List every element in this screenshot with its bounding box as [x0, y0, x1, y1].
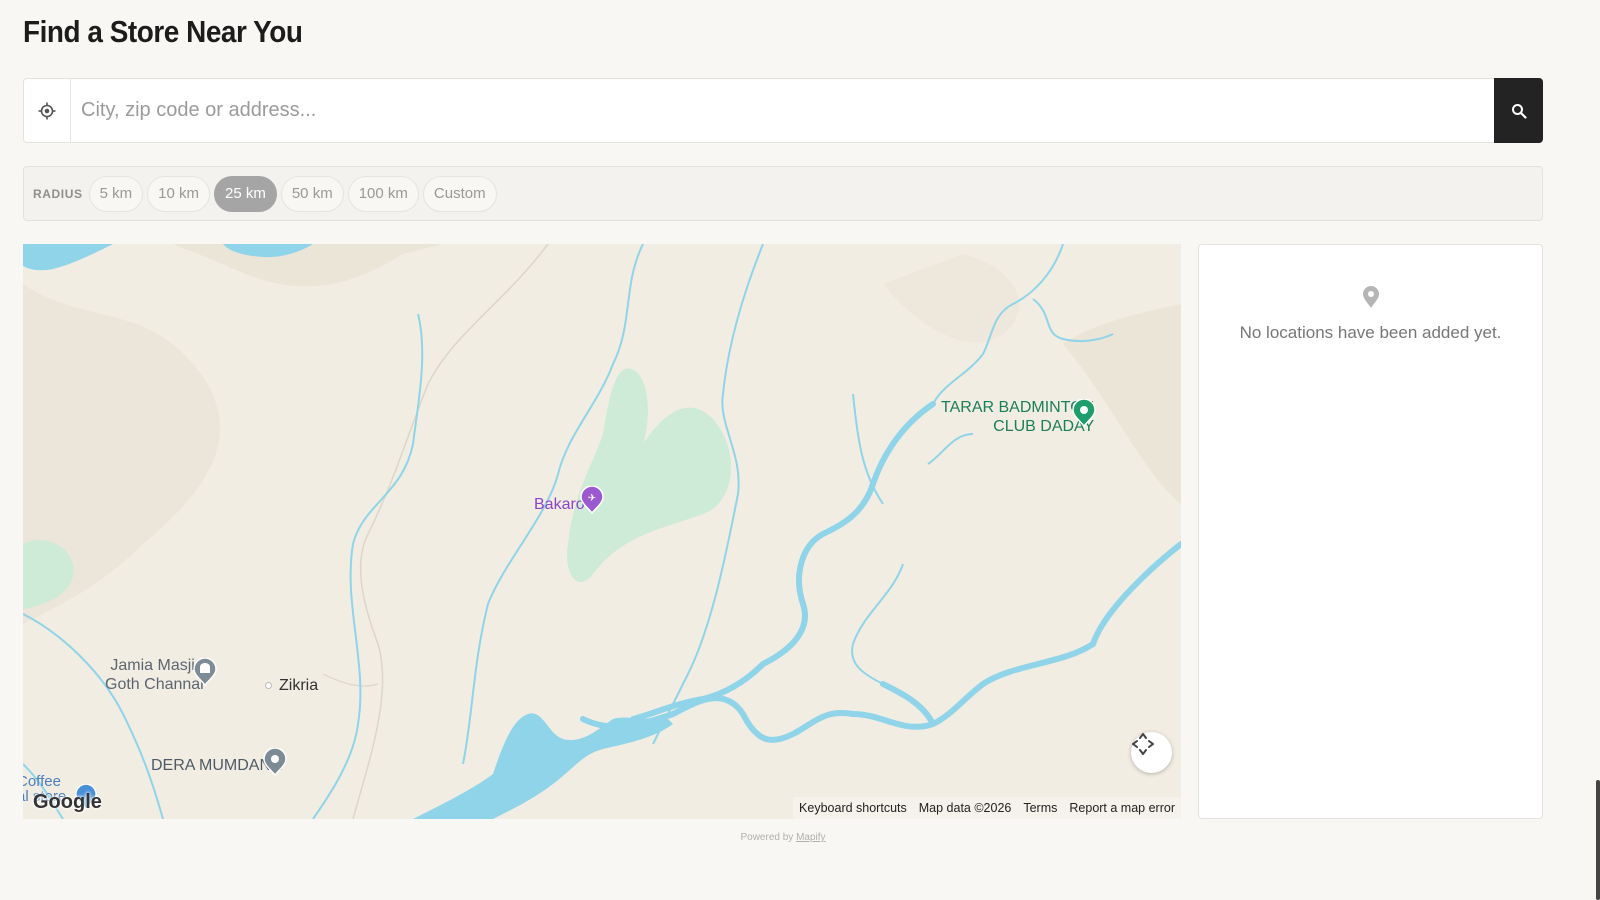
powered-by-prefix: Powered by	[740, 832, 794, 843]
radius-filter: RADIUS 5 km 10 km 25 km 50 km 100 km Cus…	[23, 166, 1543, 221]
search-bar	[23, 78, 1543, 143]
mosque-marker-icon[interactable]	[193, 658, 217, 686]
google-logo: Google	[33, 791, 102, 813]
search-icon	[1511, 103, 1527, 119]
radius-option-50km[interactable]: 50 km	[280, 175, 344, 212]
locate-me-button[interactable]	[24, 79, 71, 142]
radius-option-10km[interactable]: 10 km	[147, 175, 210, 212]
map[interactable]: Bakaro ✈ TARAR BADMINTON CLUB DADAY Jami…	[23, 244, 1181, 819]
map-terrain	[23, 244, 1181, 819]
zikria-dot-icon	[265, 682, 272, 689]
map-pin-icon	[1363, 286, 1379, 308]
powered-by: Powered by Mapify	[0, 832, 1566, 843]
map-data-text: Map data ©2026	[918, 801, 1012, 815]
place-label-jamia-line2: Goth Channal	[105, 676, 204, 693]
empty-state-message: No locations have been added yet.	[1239, 323, 1502, 342]
page-scrollbar[interactable]	[1596, 780, 1600, 900]
radius-option-25km[interactable]: 25 km	[213, 175, 277, 212]
place-label-jamia-masjid[interactable]: Jamia Masjid Goth Channal	[105, 656, 204, 694]
radius-option-custom[interactable]: Custom	[422, 175, 497, 212]
store-locator-page: Find a Store Near You RADIUS 5 km 10 km …	[0, 0, 1600, 900]
bakaro-poi-marker-icon[interactable]: ✈	[580, 486, 604, 514]
crosshair-icon	[38, 102, 56, 119]
page-title: Find a Store Near You	[23, 14, 303, 49]
tarar-poi-marker-icon[interactable]	[1072, 399, 1096, 427]
search-button[interactable]	[1494, 78, 1543, 143]
report-map-error-link[interactable]: Report a map error	[1069, 801, 1175, 815]
radius-label: RADIUS	[33, 186, 83, 201]
svg-text:✈: ✈	[588, 493, 596, 504]
radius-option-5km[interactable]: 5 km	[88, 175, 144, 212]
place-label-zikria[interactable]: Zikria	[279, 676, 318, 695]
map-attribution: Keyboard shortcuts Map data ©2026 Terms …	[793, 797, 1181, 819]
mapify-link[interactable]: Mapify	[796, 832, 825, 843]
search-input[interactable]	[71, 79, 1494, 142]
fullscreen-button[interactable]	[1131, 732, 1172, 773]
fullscreen-arrows-icon	[1132, 733, 1154, 755]
radius-option-100km[interactable]: 100 km	[347, 175, 419, 212]
locations-panel: No locations have been added yet.	[1198, 244, 1543, 819]
keyboard-shortcuts-link[interactable]: Keyboard shortcuts	[799, 801, 907, 815]
dera-marker-icon[interactable]	[263, 748, 287, 776]
place-label-bakaro[interactable]: Bakaro	[534, 495, 585, 514]
terms-link[interactable]: Terms	[1023, 801, 1057, 815]
place-label-coffee-line1: Coffee	[23, 773, 61, 790]
place-label-jamia-line1: Jamia Masjid	[110, 657, 204, 674]
